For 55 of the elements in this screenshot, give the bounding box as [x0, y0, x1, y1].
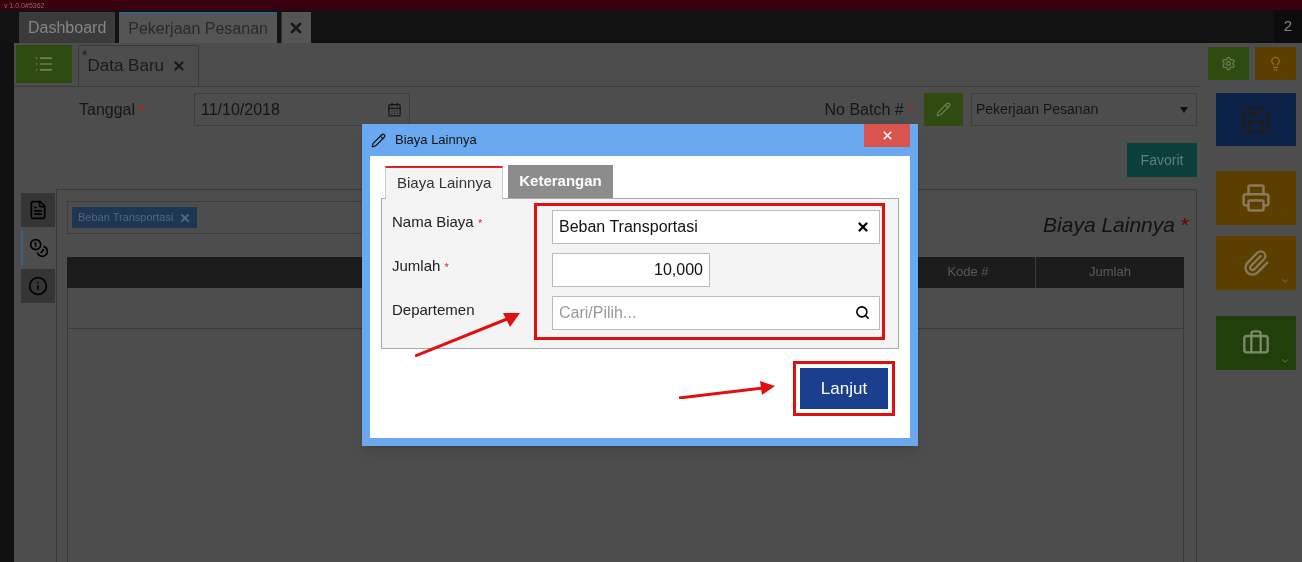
edit-button[interactable] — [924, 93, 963, 126]
pencil-icon — [936, 102, 951, 117]
continue-button[interactable]: Lanjut — [800, 368, 888, 409]
settings-button[interactable] — [1208, 47, 1249, 80]
document-icon — [28, 200, 48, 220]
required-mark: * — [908, 100, 914, 118]
lightbulb-icon — [1268, 56, 1283, 71]
info-icon — [28, 276, 48, 296]
amount-field[interactable]: 10,000 — [552, 253, 710, 287]
chevron-icon — [1280, 276, 1290, 286]
briefcase-icon — [1242, 329, 1270, 357]
field-label: Departemen — [392, 300, 476, 320]
field-label: Jumlah * — [392, 256, 450, 276]
lookup-field[interactable]: Beban Transportasi — [552, 210, 880, 244]
section-title: Biaya Lainnya * — [1043, 212, 1189, 238]
coins-icon — [29, 238, 49, 258]
chevron-icon — [1280, 356, 1290, 366]
close-icon[interactable] — [172, 59, 186, 73]
tip-button[interactable] — [1255, 47, 1296, 80]
list-view-button[interactable] — [16, 45, 72, 83]
app-tab[interactable]: Dashboard — [19, 12, 116, 43]
remove-icon[interactable] — [179, 211, 192, 224]
required-mark: * — [444, 261, 449, 273]
pencil-icon — [371, 132, 386, 148]
list-icon — [34, 54, 54, 74]
favorite-button[interactable]: Favorit — [1127, 143, 1197, 177]
required-mark: * — [1180, 213, 1189, 236]
tools-button[interactable] — [1216, 316, 1296, 370]
settings-icon — [1221, 56, 1236, 71]
close-icon — [880, 129, 894, 142]
modified-mark: * — [82, 48, 88, 62]
search-icon[interactable] — [855, 305, 870, 320]
attachment-button[interactable] — [1216, 236, 1296, 290]
dialog-tab[interactable]: Biaya Lainnya — [385, 166, 504, 199]
required-mark: * — [139, 100, 146, 118]
field-label: Tanggal * — [79, 99, 147, 120]
date-field[interactable]: 11/10/2018 — [194, 93, 410, 126]
close-button[interactable] — [864, 124, 910, 147]
dropdown-triangle-icon — [1180, 106, 1188, 113]
required-mark: * — [477, 217, 483, 229]
print-button[interactable] — [1216, 171, 1296, 225]
search-field[interactable]: Cari/Pilih... — [552, 296, 880, 330]
dialog-title: Biaya Lainnya — [395, 131, 477, 150]
batch-select[interactable]: Pekerjaan Pesanan — [971, 93, 1197, 126]
calendar-icon[interactable] — [387, 102, 402, 117]
clear-icon[interactable] — [856, 220, 870, 234]
side-tab[interactable] — [21, 269, 55, 303]
printer-icon — [1241, 183, 1271, 213]
close-tab-button[interactable] — [280, 12, 311, 43]
tab-count: 2 — [1274, 10, 1302, 43]
side-tab[interactable] — [21, 193, 55, 227]
dialog-tab[interactable]: Keterangan — [508, 165, 613, 198]
field-label: Nama Biaya * — [392, 212, 484, 232]
column-header: Jumlah — [1035, 256, 1184, 288]
paperclip-icon — [1242, 249, 1270, 277]
